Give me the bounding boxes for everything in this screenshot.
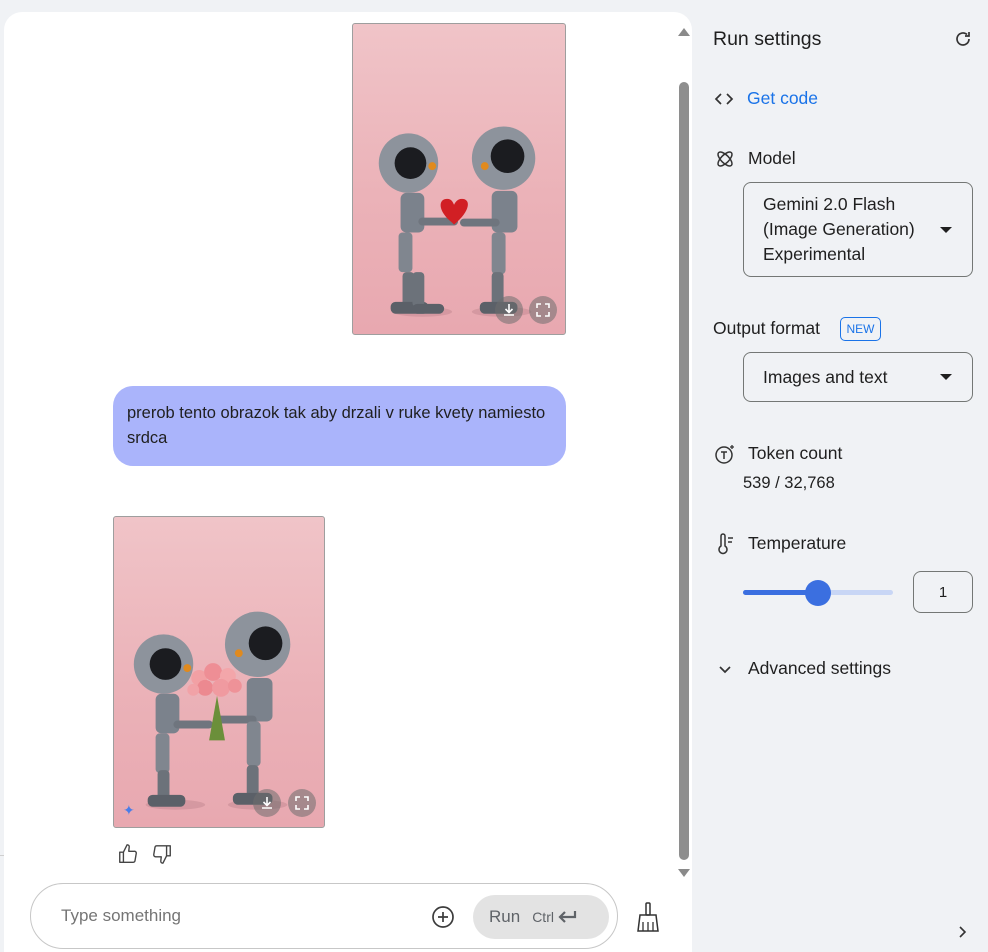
user-message-text: prerob tento obrazok tak aby drzali v ru… [127, 404, 546, 447]
divider [0, 855, 4, 856]
add-media-button[interactable] [431, 905, 455, 929]
refresh-icon [956, 32, 970, 46]
plus-circle-icon [432, 906, 454, 928]
output-format-value: Images and text [763, 367, 888, 387]
output-format-select[interactable]: Images and text [743, 352, 973, 402]
output-format-label: Output format [713, 318, 820, 338]
temperature-label: Temperature [748, 533, 847, 553]
model-label: Model [748, 148, 796, 168]
download-icon [504, 304, 514, 316]
user-message-bubble: prerob tento obrazok tak aby drzali v ru… [113, 386, 566, 466]
token-count-value: 539 / 32,768 [743, 474, 835, 492]
model-select[interactable]: Gemini 2.0 Flash (Image Generation) Expe… [743, 182, 973, 277]
slider-thumb[interactable] [805, 580, 831, 606]
chevron-right-icon [959, 926, 967, 938]
model-value-line: Gemini 2.0 Flash [763, 194, 896, 214]
fullscreen-icon [295, 796, 309, 810]
temperature-slider[interactable] [743, 580, 893, 606]
chat-panel [4, 12, 692, 952]
robots-flowers-picture [133, 611, 291, 810]
shortcut-ctrl: Ctrl [532, 909, 554, 925]
dropdown-caret-icon [940, 374, 952, 380]
robots-heart-picture [378, 126, 536, 317]
generated-image-flowers[interactable]: ✦ [113, 516, 325, 828]
download-button[interactable] [253, 789, 281, 817]
prompt-input-container: Run Ctrl [30, 883, 618, 949]
sparkle-icon: ✦ [123, 802, 135, 818]
scroll-up-arrow[interactable] [678, 28, 690, 36]
download-icon [262, 797, 272, 809]
clear-chat-button[interactable] [635, 902, 661, 932]
advanced-settings-toggle[interactable]: Advanced settings [748, 658, 891, 679]
broom-icon [637, 902, 659, 932]
input-image-heart[interactable] [352, 23, 566, 335]
fullscreen-button[interactable] [288, 789, 316, 817]
settings-title: Run settings [713, 28, 822, 50]
chevron-down-icon[interactable] [714, 658, 736, 680]
code-icon [713, 88, 735, 110]
thumbs-up-icon [119, 844, 137, 863]
download-button[interactable] [495, 296, 523, 324]
run-label: Run [489, 907, 521, 926]
dropdown-caret-icon [940, 227, 952, 233]
run-shortcut: Ctrl [532, 909, 577, 925]
model-value-line: Experimental [763, 244, 866, 264]
run-button[interactable]: Run Ctrl [473, 895, 609, 939]
prompt-input[interactable] [61, 906, 411, 926]
run-settings-panel: Run settings Get code Model Gemini 2.0 F… [692, 0, 988, 952]
thumbs-down-icon [153, 845, 171, 864]
temperature-input[interactable]: 1 [913, 571, 973, 613]
fullscreen-button[interactable] [529, 296, 557, 324]
get-code-link[interactable]: Get code [747, 88, 818, 109]
token-icon [714, 443, 736, 465]
thumbs-up-button[interactable] [116, 842, 140, 866]
model-select-value: Gemini 2.0 Flash (Image Generation) Expe… [763, 192, 915, 267]
token-count-label: Token count [748, 443, 843, 463]
thumbs-down-button[interactable] [150, 842, 174, 866]
new-badge: NEW [840, 317, 881, 341]
enter-key-icon [558, 911, 577, 923]
scrollbar-thumb[interactable] [679, 82, 689, 860]
model-icon [714, 148, 736, 170]
scroll-down-arrow[interactable] [678, 869, 690, 877]
model-value-line: (Image Generation) [763, 219, 915, 239]
reset-settings-button[interactable] [953, 29, 973, 49]
collapse-panel-button[interactable] [955, 925, 969, 939]
thermometer-icon [714, 533, 736, 555]
fullscreen-icon [536, 303, 550, 317]
